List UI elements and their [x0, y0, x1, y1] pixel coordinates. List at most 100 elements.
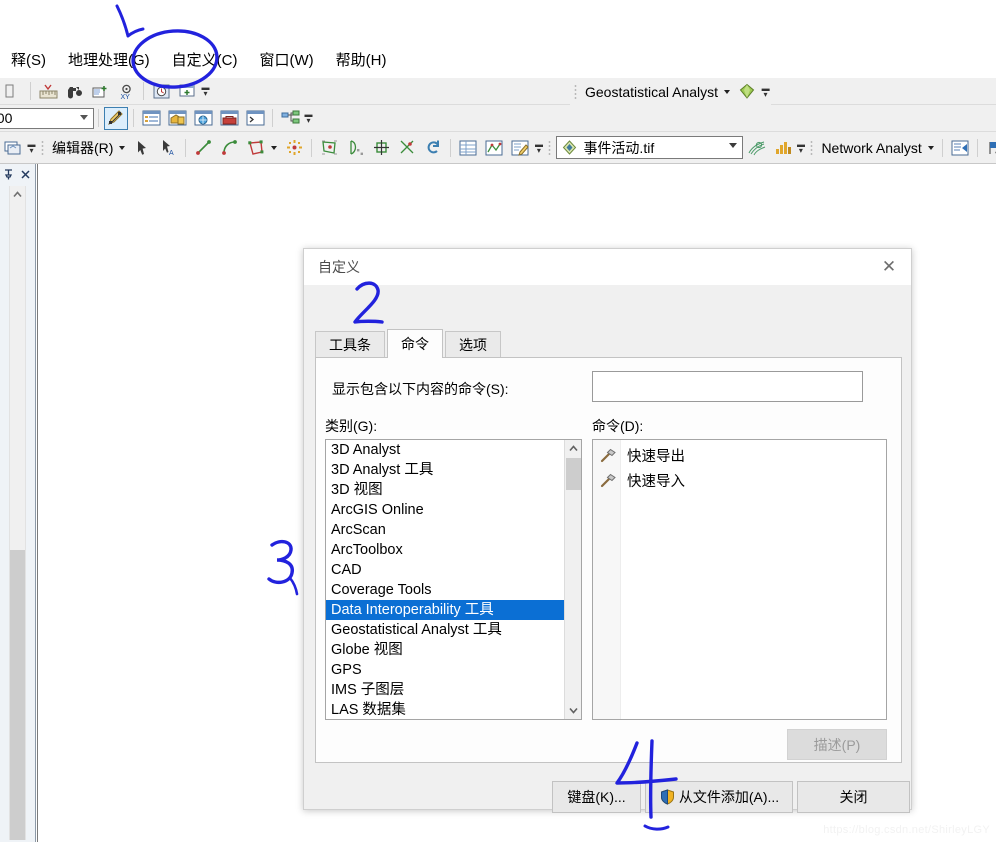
menu-item-geoprocessing[interactable]: 地理处理(G) — [57, 44, 161, 78]
list-item[interactable]: 3D Analyst — [326, 440, 564, 460]
scrollbar-thumb[interactable] — [10, 550, 25, 840]
scroll-down-button[interactable] — [565, 702, 581, 719]
toolbar-button-partial[interactable] — [1, 80, 25, 103]
edit-tool-arrow-icon[interactable] — [130, 136, 154, 159]
menu-item-customize[interactable]: 自定义(C) — [161, 44, 249, 78]
time-slider-icon[interactable] — [149, 80, 173, 103]
toolbar-grip[interactable] — [546, 138, 554, 157]
split-polygon-icon[interactable] — [317, 136, 341, 159]
toolbar-grip[interactable] — [808, 138, 816, 157]
list-item[interactable]: 3D 视图 — [326, 480, 564, 500]
list-item[interactable]: IMS 子图层 — [326, 680, 564, 700]
add-data-icon[interactable] — [88, 80, 112, 103]
chevron-down-icon[interactable] — [80, 114, 88, 120]
attributes-table-icon[interactable] — [456, 136, 480, 159]
chevron-down-icon[interactable] — [724, 89, 731, 94]
catalog-window-icon[interactable] — [165, 107, 189, 130]
list-item-selected[interactable]: Data Interoperability 工具 — [326, 600, 564, 620]
tab-options[interactable]: 选项 — [445, 331, 501, 358]
layers-stack-icon[interactable] — [1, 136, 25, 159]
rotate-tool-icon[interactable] — [421, 136, 445, 159]
list-item[interactable]: ArcToolbox — [326, 540, 564, 560]
toolbar-overflow-button[interactable]: ▬ ▾ — [303, 107, 314, 129]
list-item[interactable]: LAS 数据集 — [326, 700, 564, 719]
categories-listbox[interactable]: 3D Analyst 3D Analyst 工具 3D 视图 ArcGIS On… — [325, 439, 582, 720]
scroll-up-button[interactable] — [10, 186, 25, 202]
map-scale-combobox[interactable]: 000 — [0, 107, 94, 129]
editor-menu[interactable]: 编辑器(R) — [49, 138, 116, 158]
chevron-down-icon[interactable] — [927, 145, 934, 150]
add-window-icon[interactable] — [175, 80, 199, 103]
union-merge-icon[interactable] — [369, 136, 393, 159]
add-xy-data-icon[interactable]: XY — [114, 80, 138, 103]
dialog-title-bar[interactable]: 自定义 ✕ — [304, 249, 911, 285]
model-builder-icon[interactable] — [278, 107, 302, 130]
chevron-down-icon[interactable] — [729, 143, 738, 148]
add-from-file-button[interactable]: 从文件添加(A)... — [645, 781, 793, 813]
docked-panel — [0, 164, 36, 842]
network-analyst-menu[interactable]: Network Analyst — [818, 140, 924, 156]
python-window-icon[interactable] — [243, 107, 267, 130]
list-item[interactable]: ArcGIS Online — [326, 500, 564, 520]
close-button[interactable]: 关闭 — [797, 781, 910, 813]
list-item[interactable]: Globe 视图 — [326, 640, 564, 660]
table-of-contents-icon[interactable] — [139, 107, 163, 130]
geostatistical-wizard-icon[interactable] — [735, 80, 759, 103]
construct-polygon-icon[interactable] — [243, 136, 267, 159]
close-icon[interactable] — [19, 168, 32, 181]
menu-item-help[interactable]: 帮助(H) — [325, 44, 398, 78]
svg-text:A: A — [169, 150, 174, 156]
list-item[interactable]: 3D Analyst 工具 — [326, 460, 564, 480]
edit-annotation-tool-icon[interactable]: A — [156, 136, 180, 159]
menu-item-select[interactable]: 释(S) — [0, 44, 57, 78]
chevron-down-icon[interactable] — [119, 145, 126, 150]
histogram-icon[interactable] — [770, 136, 794, 159]
tab-commands[interactable]: 命令 — [387, 329, 443, 358]
tab-toolbars[interactable]: 工具条 — [315, 331, 385, 358]
reshape-feature-icon[interactable] — [343, 136, 367, 159]
pin-icon[interactable] — [2, 168, 15, 181]
curve-segment-icon[interactable] — [217, 136, 241, 159]
list-item[interactable]: CAD — [326, 560, 564, 580]
editor-edit-icon[interactable] — [104, 106, 128, 130]
create-features-icon[interactable] — [508, 136, 532, 159]
toolbar-grip[interactable] — [39, 138, 46, 157]
filter-input[interactable] — [592, 371, 863, 402]
toolbar-overflow-button[interactable]: ▬ ▾ — [760, 81, 771, 103]
sketch-properties-icon[interactable] — [482, 136, 506, 159]
network-analyst-window-icon[interactable] — [948, 136, 972, 159]
intersect-icon[interactable] — [395, 136, 419, 159]
scroll-up-button[interactable] — [565, 440, 581, 457]
geostatistical-analyst-menu[interactable]: Geostatistical Analyst — [582, 84, 721, 100]
find-binoculars-icon[interactable] — [62, 80, 86, 103]
list-item[interactable]: GPS — [326, 660, 564, 680]
scrollbar-thumb[interactable] — [566, 458, 581, 490]
straight-segment-icon[interactable] — [191, 136, 215, 159]
toolbar-grip[interactable] — [572, 82, 579, 101]
toolbar-overflow-button[interactable]: ▬ ▾ — [533, 137, 544, 159]
panel-scrollbar[interactable] — [9, 186, 26, 840]
list-item[interactable]: ArcScan — [326, 520, 564, 540]
list-item[interactable]: 快速导入 — [593, 468, 886, 493]
commands-listbox[interactable]: 快速导出 快速导入 — [592, 439, 887, 720]
categories-scrollbar[interactable] — [564, 440, 581, 719]
list-item[interactable]: 快速导出 — [593, 443, 886, 468]
description-button[interactable]: 描述(P) — [787, 729, 887, 760]
edit-vertices-icon[interactable] — [282, 136, 306, 159]
raster-layer-combobox[interactable]: 事件活动.tif — [556, 136, 744, 159]
menu-item-window[interactable]: 窗口(W) — [249, 44, 325, 78]
arctoolbox-icon[interactable] — [217, 107, 241, 130]
toolbar-overflow-button[interactable]: ▬ ▾ — [200, 80, 211, 102]
contour-icon[interactable] — [744, 136, 768, 159]
toolbar-overflow-button[interactable]: ▬ ▾ — [26, 137, 37, 159]
list-item[interactable]: Coverage Tools — [326, 580, 564, 600]
search-window-icon[interactable] — [191, 107, 215, 130]
toolbar-overflow-button[interactable]: ▬ ▾ — [795, 137, 806, 159]
measure-icon[interactable] — [36, 80, 60, 103]
list-item[interactable]: Geostatistical Analyst 工具 — [326, 620, 564, 640]
create-network-location-icon[interactable] — [983, 136, 996, 159]
keyboard-button[interactable]: 键盘(K)... — [552, 781, 641, 813]
add-from-file-button-label: 从文件添加(A)... — [678, 789, 780, 805]
dialog-close-icon[interactable]: ✕ — [867, 249, 911, 285]
chevron-down-icon[interactable] — [271, 145, 278, 150]
